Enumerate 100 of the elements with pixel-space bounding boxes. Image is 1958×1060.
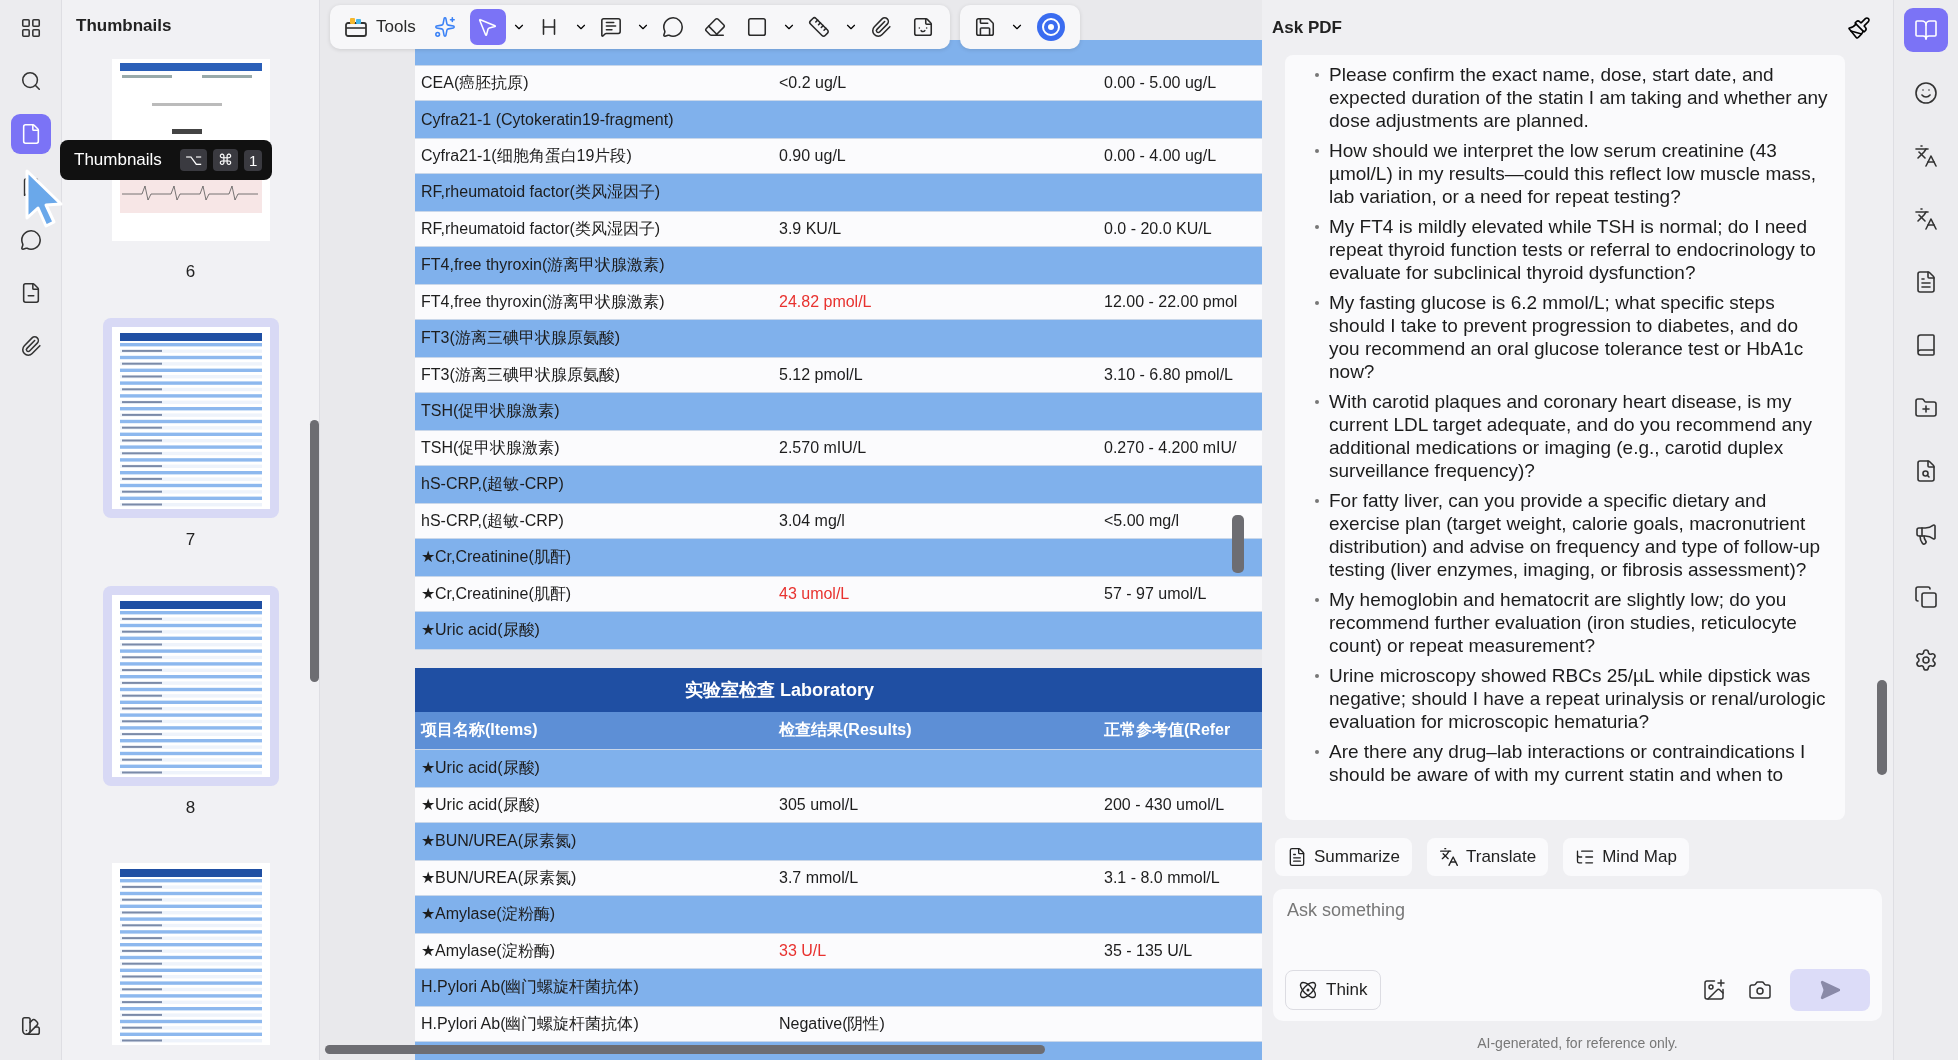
settings-icon <box>1914 648 1938 672</box>
search-icon <box>19 70 42 92</box>
group-label: RF,rheumatoid factor(类风湿因子) <box>420 182 662 202</box>
answer-item: For fatty liver, can you provide a specific dietary and exercise plan (target weight, calorie goals, macronutrient distribution) and advise on frequency and type of follow-up testing (liver enzymes, imaging, or fibrosis assessment)? <box>1329 489 1822 581</box>
disclaimer-text: AI-generated, for reference only. <box>1476 1035 1679 1051</box>
action-button[interactable]: Translate <box>1426 838 1549 876</box>
speech-bubble-icon <box>661 16 684 38</box>
sticker-icon <box>911 16 934 38</box>
bullet-dot <box>1315 674 1319 678</box>
save-icon <box>973 16 996 38</box>
bullet-dot <box>1315 73 1319 77</box>
panel-title: Thumbnails <box>75 15 173 37</box>
table-cell-text: 0.270 - 4.200 mIU/ <box>1103 439 1238 457</box>
answer-item: My fasting glucose is 6.2 mmol/L; what specific steps should I take to prevent progression to diabetes, and do you recommend an oral glucose tolerance test or HbA1c now? <box>1329 291 1805 383</box>
megaphone-icon <box>1914 522 1938 546</box>
document-icon <box>1287 847 1307 867</box>
result-value: 24.82 pmol/L <box>778 293 873 311</box>
speech-bubble-icon <box>19 229 42 251</box>
scrollbar-thumb[interactable] <box>310 420 319 682</box>
thumbnail-card[interactable] <box>102 586 279 786</box>
shortcut-key: ⌘ <box>212 149 238 171</box>
result-value: 305 umol/L <box>778 796 860 814</box>
scrollbar-thumb[interactable] <box>325 1045 1045 1054</box>
table-cell-text: hS-CRP,(超敏-CRP) <box>420 510 565 531</box>
think-button[interactable]: Think <box>1285 970 1381 1010</box>
grid-icon <box>19 17 42 39</box>
column-header: 检查结果(Results) <box>778 720 913 740</box>
brush-icon[interactable] <box>1847 15 1871 40</box>
table-cell-text: 35 - 135 U/L <box>1103 942 1194 960</box>
answer-item: Urine microscopy showed RBCs 25/µL while dipstick was negative; should I have a repeat urinalysis or renal/urologic evaluation for microscopic hematuria? <box>1329 664 1827 733</box>
table-cell-text: <5.00 mg/l <box>1103 512 1181 530</box>
shortcut-key: ⌥ <box>179 149 207 171</box>
open-book-icon <box>1914 18 1938 42</box>
paperclip-icon <box>869 16 892 38</box>
table-cell-text: ★BUN/UREA(尿素氮) <box>420 867 578 888</box>
table-cell-text: Cyfra21-1(细胞角蛋白19片段) <box>420 145 633 166</box>
answer-item: How should we interpret the low serum creatinine (43 µmol/L) in my results—could this reflect low muscle mass, lab variation, or a need for repeat testing? <box>1329 139 1818 208</box>
bullet-dot <box>1315 225 1319 229</box>
square-icon <box>745 16 768 38</box>
action-button[interactable]: Summarize <box>1275 838 1412 876</box>
action-button[interactable]: Mind Map <box>1563 838 1689 876</box>
group-label: Cyfra21-1 (Cytokeratin19-fragment) <box>420 110 675 129</box>
bullet-dot <box>1315 750 1319 754</box>
panel-title: Ask PDF <box>1272 17 1342 38</box>
group-label: ★Amylase(淀粉酶) <box>420 904 556 924</box>
result-value: 3.9 KU/L <box>778 220 843 238</box>
bullet-dot <box>1315 149 1319 153</box>
bullet-dot <box>1315 400 1319 404</box>
page-thumbnail[interactable] <box>111 863 270 1045</box>
result-value: 5.12 pmol/L <box>778 366 864 384</box>
group-label: TSH(促甲状腺激素) <box>420 401 561 421</box>
table-cell-text: 0.0 - 20.0 KU/L <box>1103 220 1213 238</box>
answer-item: Please confirm the exact name, dose, start date, and expected duration of the statin I am taking and whether any dose adjustments are planned. <box>1329 63 1829 132</box>
tooltip-text: Thumbnails <box>74 150 162 170</box>
toolbox-icon <box>344 16 368 38</box>
translate-icon <box>1914 207 1938 231</box>
answer-item: Are there any drug–lab interactions or contraindications I should be aware of with my current statin and when to <box>1329 740 1807 786</box>
table-cell-text: ★Uric acid(尿酸) <box>420 794 541 815</box>
column-header: 正常参考值(Refer <box>1103 720 1232 740</box>
pointer-cursor-icon <box>24 168 64 230</box>
page-number: 7 <box>185 530 196 550</box>
page-thumbnail[interactable] <box>111 327 270 509</box>
bullet-dot <box>1315 499 1319 503</box>
table-cell-text: 3.1 - 8.0 mmol/L <box>1103 869 1221 887</box>
thumbnail-card[interactable] <box>102 318 279 518</box>
table-cell-text: 200 - 430 umol/L <box>1103 796 1226 814</box>
group-label: ★Uric acid(尿酸) <box>420 758 541 778</box>
table-cell-text: ★Amylase(淀粉酶) <box>420 940 556 961</box>
table-cell-text: 57 - 97 umol/L <box>1103 585 1208 603</box>
result-value: 33 U/L <box>778 942 828 960</box>
page-thumbnail[interactable] <box>111 595 270 777</box>
scrollbar-thumb[interactable] <box>1877 680 1887 775</box>
document-search-icon <box>1914 459 1938 483</box>
table-cell-text: 12.00 - 22.00 pmol <box>1103 293 1239 311</box>
translate-icon <box>1438 847 1459 867</box>
page-number: 6 <box>185 262 196 282</box>
result-value: 0.90 ug/L <box>778 147 847 165</box>
book-icon <box>1914 333 1938 357</box>
table-cell-text: 0.00 - 4.00 ug/L <box>1103 147 1218 165</box>
image-plus-icon <box>1702 978 1726 1002</box>
smile-icon <box>1914 81 1938 105</box>
tool-button[interactable]: Tools <box>338 9 422 45</box>
shortcut-key: 1 <box>243 149 263 171</box>
answer-item: With carotid plaques and coronary heart disease, is my current LDL target adequate, and do you recommend any additional medications or imaging (e.g., carotid duplex surveillance frequency)? <box>1329 390 1814 482</box>
group-label: FT3(游离三碘甲状腺原氨酸) <box>420 328 622 348</box>
result-value: 43 umol/L <box>778 585 851 603</box>
group-label: FT4,free thyroxin(游离甲状腺激素) <box>420 255 666 275</box>
folder-plus-icon <box>1914 396 1938 420</box>
copy-icon <box>1914 585 1938 609</box>
bullet-dot <box>1315 598 1319 602</box>
group-label: ★Uric acid(尿酸) <box>420 620 541 640</box>
ask-field[interactable]: Ask something Think <box>1273 889 1882 1021</box>
sparkles-icon <box>433 16 456 38</box>
document-icon <box>1914 270 1938 294</box>
ruler-icon <box>807 16 830 38</box>
group-label: ★Cr,Creatinine(肌酐) <box>420 547 573 567</box>
scrollbar-thumb[interactable] <box>1232 515 1244 573</box>
column-header: 项目名称(Items) <box>419 720 539 740</box>
send-icon <box>1819 979 1841 1001</box>
table-cell-text: 3.10 - 6.80 pmol/L <box>1103 366 1234 384</box>
